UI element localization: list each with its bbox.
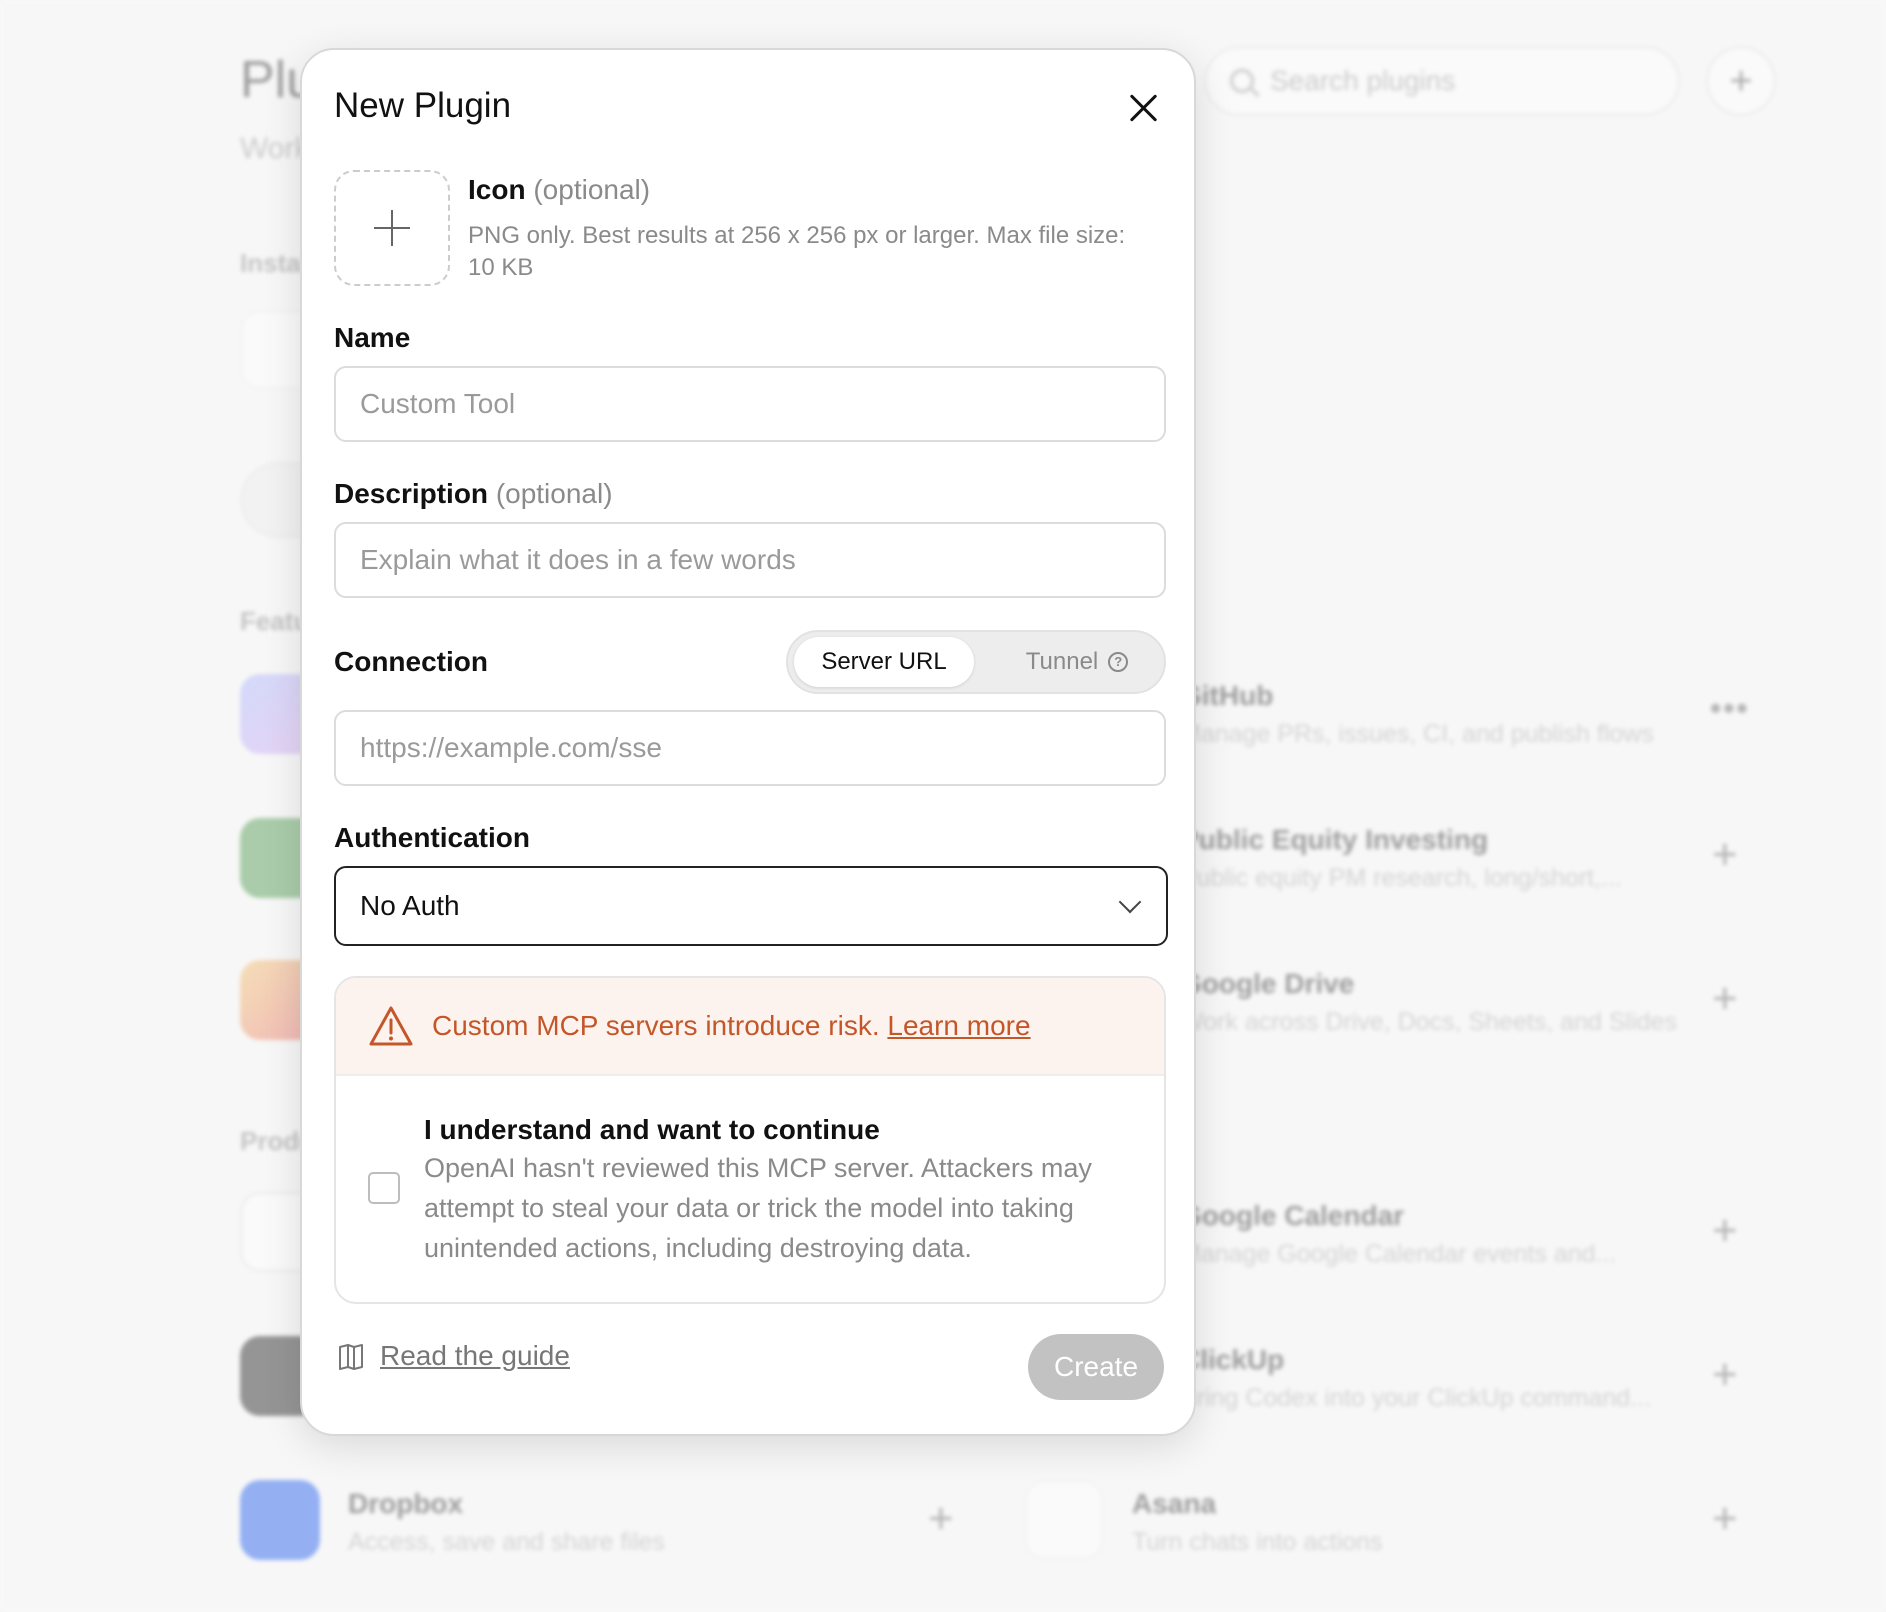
app-asana[interactable]: Asana Turn chats into actions [1132,1488,1383,1557]
icon-upload-button[interactable] [334,170,450,286]
add-plus-icon[interactable]: + [1712,1206,1738,1256]
description-placeholder: Explain what it does in a few words [360,544,796,575]
server-url-input[interactable]: https://example.com/sse [334,710,1166,786]
app-github[interactable]: GitHub Manage PRs, issues, CI, and publi… [1180,680,1654,749]
plus-icon [372,208,412,248]
consent-title: I understand and want to continue [424,1114,880,1145]
dialog-title: New Plugin [334,86,512,125]
icon-field-label: Icon (optional) [468,174,651,205]
connection-label: Connection [334,646,488,677]
add-plus-icon[interactable]: + [1712,1494,1738,1544]
asana-icon [1024,1480,1104,1560]
description-input[interactable]: Explain what it does in a few words [334,522,1166,598]
close-icon[interactable] [1122,86,1166,130]
description-label: Description (optional) [334,478,613,509]
auth-value: No Auth [360,890,460,921]
create-button[interactable]: Create [1028,1334,1164,1400]
url-placeholder: https://example.com/sse [360,732,662,763]
warning-icon [369,1006,413,1046]
consent-body: OpenAI hasn't reviewed this MCP server. … [424,1153,1092,1263]
consent-checkbox[interactable] [368,1172,400,1204]
connection-toggle: Server URL Tunnel ? [786,630,1166,694]
help-icon[interactable]: ? [1108,652,1129,672]
read-guide-link[interactable]: Read the guide [336,1340,570,1372]
server-url-option[interactable]: Server URL [794,637,974,687]
add-plus-icon[interactable]: + [1712,974,1738,1024]
new-plugin-dialog: New Plugin Icon (optional) PNG only. Bes… [300,48,1196,1436]
authentication-label: Authentication [334,822,530,853]
add-plus-icon[interactable]: + [1712,1350,1738,1400]
authentication-select[interactable]: No Auth [334,866,1168,946]
consent-section: I understand and want to continue OpenAI… [336,1076,1164,1302]
name-input[interactable]: Custom Tool [334,366,1166,442]
app-dropbox[interactable]: Dropbox Access, save and share files [348,1488,665,1557]
chevron-down-icon [1118,890,1142,914]
app-google-calendar[interactable]: Google Calendar Manage Google Calendar e… [1180,1200,1616,1269]
search-icon [1230,69,1254,93]
risk-warning-card: Custom MCP servers introduce risk. Learn… [334,976,1166,1304]
app-public-equity[interactable]: Public Equity Investing Public equity PM… [1180,824,1622,893]
app-clickup[interactable]: ClickUp Bring Codex into your ClickUp co… [1180,1344,1651,1413]
app-google-drive[interactable]: Google Drive Work across Drive, Docs, Sh… [1180,968,1677,1037]
search-placeholder: Search plugins [1270,65,1456,96]
icon-help-text: PNG only. Best results at 256 x 256 px o… [468,222,1126,281]
add-plus-icon[interactable]: + [1712,830,1738,880]
dropbox-icon [240,1480,320,1560]
add-plus-icon[interactable]: + [928,1494,954,1544]
learn-more-link[interactable]: Learn more [887,1010,1030,1041]
name-label: Name [334,322,411,353]
more-icon[interactable]: ••• [1710,690,1750,727]
name-placeholder: Custom Tool [360,388,516,419]
search-plugins-input[interactable]: Search plugins [1204,46,1680,116]
risk-warning-banner: Custom MCP servers introduce risk. Learn… [336,978,1164,1076]
tunnel-option[interactable]: Tunnel ? [1002,637,1152,687]
risk-warning-text: Custom MCP servers introduce risk. [432,1010,880,1041]
add-plugin-button[interactable]: + [1706,46,1776,116]
book-icon [339,1344,363,1370]
